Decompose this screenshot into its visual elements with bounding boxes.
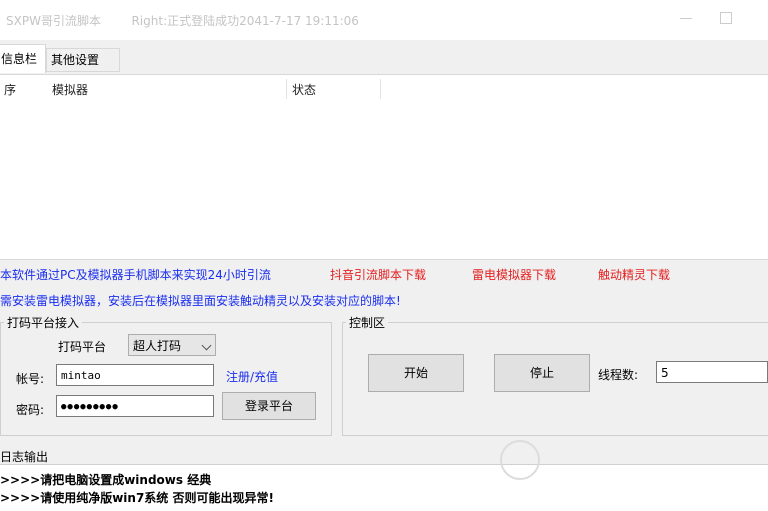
stop-button[interactable]: 停止 <box>494 354 590 392</box>
title-bar: SXPW哥引流脚本 Right:正式登陆成功2041-7-17 19:11:06 <box>0 0 768 40</box>
threads-label: 线程数: <box>598 368 639 382</box>
password-label: 密码: <box>16 403 45 417</box>
maximize-button[interactable] <box>716 8 736 28</box>
password-input[interactable]: ●●●●●●●●● <box>56 395 214 417</box>
touch-helper-download-link[interactable]: 触动精灵下载 <box>598 266 670 283</box>
column-divider <box>286 79 287 99</box>
account-label: 帐号: <box>16 372 45 386</box>
log-output[interactable]: >>>>请把电脑设置成windows 经典 >>>>请使用纯净版win7系统 否… <box>0 464 768 511</box>
threads-input[interactable]: 5 <box>656 361 768 383</box>
log-header: 日志输出 <box>0 446 768 464</box>
ldplayer-download-link[interactable]: 雷电模拟器下载 <box>472 266 556 283</box>
platform-select-value: 超人打码 <box>133 339 182 353</box>
register-recharge-link[interactable]: 注册/充值 <box>226 368 278 385</box>
tab-info[interactable]: 信息栏 <box>0 44 46 73</box>
control-group-title: 控制区 <box>346 314 389 331</box>
account-input[interactable]: mintao <box>56 364 214 386</box>
platform-label: 打码平台 <box>58 340 107 354</box>
column-header-status[interactable]: 状态 <box>292 81 316 98</box>
script-download-link[interactable]: 抖音引流脚本下载 <box>330 266 426 283</box>
chevron-down-icon <box>201 340 212 351</box>
column-header-index[interactable]: 序 <box>4 81 16 98</box>
start-button[interactable]: 开始 <box>368 354 464 392</box>
window-title: SXPW哥引流脚本 Right:正式登陆成功2041-7-17 19:11:06 <box>6 14 359 28</box>
log-title: 日志输出 <box>0 450 49 464</box>
login-status-text: Right:正式登陆成功2041-7-17 19:11:06 <box>131 14 359 28</box>
emulator-list[interactable]: 序 模拟器 状态 <box>0 74 768 260</box>
log-line: >>>>请使用纯净版win7系统 否则可能出现异常! <box>0 491 274 505</box>
column-header-emulator[interactable]: 模拟器 <box>52 81 88 98</box>
log-line: >>>>请把电脑设置成windows 经典 <box>0 473 212 487</box>
watermark-logo <box>500 440 540 480</box>
notice-line-1: 本软件通过PC及模拟器手机脚本来实现24小时引流 <box>0 268 271 282</box>
captcha-group-title: 打码平台接入 <box>4 314 83 331</box>
login-platform-button[interactable]: 登录平台 <box>222 392 316 420</box>
column-divider <box>380 79 381 99</box>
tab-other-settings[interactable]: 其他设置 <box>46 48 120 72</box>
notice-line-2: 需安装雷电模拟器，安装后在模拟器里面安装触动精灵以及安装对应的脚本! <box>0 294 401 308</box>
minimize-button[interactable] <box>676 8 696 28</box>
platform-select[interactable]: 超人打码 <box>128 334 216 356</box>
